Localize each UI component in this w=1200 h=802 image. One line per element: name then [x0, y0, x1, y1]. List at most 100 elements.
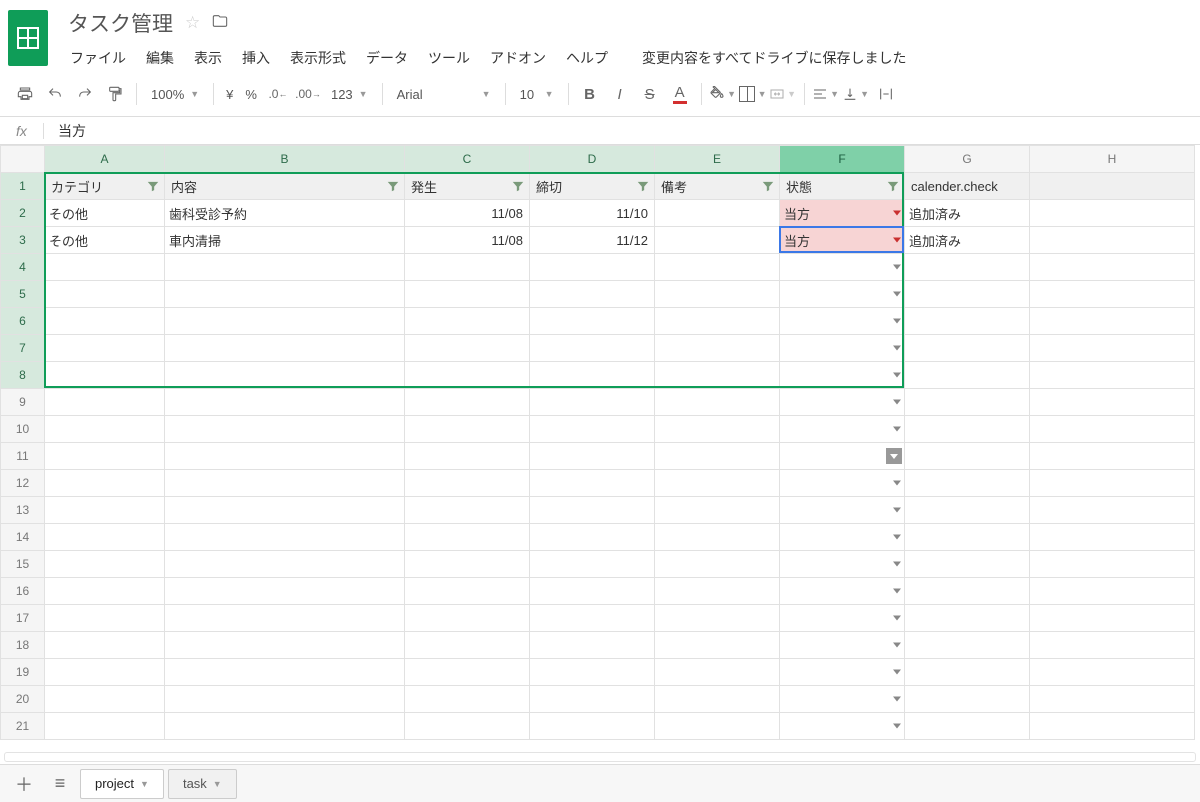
cell-A10[interactable]	[45, 416, 165, 443]
cell-C9[interactable]	[405, 389, 530, 416]
cell-H20[interactable]	[1030, 686, 1195, 713]
cell-D9[interactable]	[530, 389, 655, 416]
cell-B12[interactable]	[165, 470, 405, 497]
cell-H17[interactable]	[1030, 605, 1195, 632]
filter-icon[interactable]	[761, 179, 775, 193]
cell-D5[interactable]	[530, 281, 655, 308]
vertical-align-button[interactable]: ▼	[841, 80, 871, 108]
folder-icon[interactable]	[212, 13, 228, 34]
cell-H8[interactable]	[1030, 362, 1195, 389]
menu-format[interactable]: 表示形式	[280, 44, 356, 72]
dropdown-caret-icon[interactable]	[893, 670, 901, 675]
row-header-18[interactable]: 18	[1, 632, 45, 659]
cell-G9[interactable]	[905, 389, 1030, 416]
cell-E7[interactable]	[655, 335, 780, 362]
cell-E6[interactable]	[655, 308, 780, 335]
cell-H6[interactable]	[1030, 308, 1195, 335]
cell-F9[interactable]	[780, 389, 905, 416]
cell-H10[interactable]	[1030, 416, 1195, 443]
more-formats[interactable]: 123▼	[323, 80, 376, 108]
cell-C13[interactable]	[405, 497, 530, 524]
cell-C6[interactable]	[405, 308, 530, 335]
add-sheet-button[interactable]: ＋	[8, 769, 40, 799]
cell-B20[interactable]	[165, 686, 405, 713]
cell-B19[interactable]	[165, 659, 405, 686]
row-header-9[interactable]: 9	[1, 389, 45, 416]
cell-C15[interactable]	[405, 551, 530, 578]
cell-A11[interactable]	[45, 443, 165, 470]
cell-H18[interactable]	[1030, 632, 1195, 659]
menu-edit[interactable]: 編集	[136, 44, 184, 72]
filter-icon[interactable]	[511, 179, 525, 193]
dropdown-caret-icon[interactable]	[893, 481, 901, 486]
menu-addons[interactable]: アドオン	[480, 44, 556, 72]
cell-E17[interactable]	[655, 605, 780, 632]
cell-E14[interactable]	[655, 524, 780, 551]
cell-D13[interactable]	[530, 497, 655, 524]
cell-B21[interactable]	[165, 713, 405, 740]
dropdown-caret-icon[interactable]	[893, 616, 901, 621]
row-header-16[interactable]: 16	[1, 578, 45, 605]
dropdown-caret-icon[interactable]	[893, 265, 901, 270]
cell-F3[interactable]: 当方	[780, 227, 905, 254]
cell-F13[interactable]	[780, 497, 905, 524]
dropdown-caret-icon[interactable]	[893, 400, 901, 405]
cell-A21[interactable]	[45, 713, 165, 740]
dropdown-caret-icon[interactable]	[893, 319, 901, 324]
cell-H15[interactable]	[1030, 551, 1195, 578]
dropdown-caret-icon[interactable]	[893, 535, 901, 540]
cell-G17[interactable]	[905, 605, 1030, 632]
cell-H12[interactable]	[1030, 470, 1195, 497]
sheet-tab-task[interactable]: task▼	[168, 769, 237, 799]
cell-B8[interactable]	[165, 362, 405, 389]
row-header-15[interactable]: 15	[1, 551, 45, 578]
cell-H21[interactable]	[1030, 713, 1195, 740]
row-header-19[interactable]: 19	[1, 659, 45, 686]
cell-E2[interactable]	[655, 200, 780, 227]
cell-E18[interactable]	[655, 632, 780, 659]
cell-F15[interactable]	[780, 551, 905, 578]
cell-F5[interactable]	[780, 281, 905, 308]
cell-A9[interactable]	[45, 389, 165, 416]
cell-D21[interactable]	[530, 713, 655, 740]
cell-B9[interactable]	[165, 389, 405, 416]
row-header-17[interactable]: 17	[1, 605, 45, 632]
cell-C5[interactable]	[405, 281, 530, 308]
cell-E20[interactable]	[655, 686, 780, 713]
cell-B4[interactable]	[165, 254, 405, 281]
doc-title[interactable]: タスク管理	[68, 8, 173, 38]
row-header-7[interactable]: 7	[1, 335, 45, 362]
column-header-H[interactable]: H	[1030, 146, 1195, 173]
cell-F20[interactable]	[780, 686, 905, 713]
cell-F2[interactable]: 当方	[780, 200, 905, 227]
cell-D19[interactable]	[530, 659, 655, 686]
fill-color-button[interactable]: ▼	[708, 80, 738, 108]
filter-icon[interactable]	[386, 179, 400, 193]
column-header-E[interactable]: E	[655, 146, 780, 173]
row-header-8[interactable]: 8	[1, 362, 45, 389]
cell-B15[interactable]	[165, 551, 405, 578]
text-wrap-button[interactable]	[871, 80, 901, 108]
redo-icon[interactable]	[70, 80, 100, 108]
cell-A17[interactable]	[45, 605, 165, 632]
row-header-20[interactable]: 20	[1, 686, 45, 713]
cell-E9[interactable]	[655, 389, 780, 416]
cell-C10[interactable]	[405, 416, 530, 443]
cell-E8[interactable]	[655, 362, 780, 389]
cell-F10[interactable]	[780, 416, 905, 443]
cell-A8[interactable]	[45, 362, 165, 389]
menu-file[interactable]: ファイル	[60, 44, 136, 72]
cell-A13[interactable]	[45, 497, 165, 524]
header-cell-E[interactable]: 備考	[655, 173, 780, 200]
header-cell-C[interactable]: 発生	[405, 173, 530, 200]
increase-decimal-icon[interactable]: .00→	[293, 80, 323, 108]
cell-B18[interactable]	[165, 632, 405, 659]
print-icon[interactable]	[10, 80, 40, 108]
filter-icon[interactable]	[146, 179, 160, 193]
text-color-button[interactable]: A	[665, 80, 695, 108]
column-header-C[interactable]: C	[405, 146, 530, 173]
bold-button[interactable]: B	[575, 80, 605, 108]
cell-A6[interactable]	[45, 308, 165, 335]
cell-B5[interactable]	[165, 281, 405, 308]
cell-D18[interactable]	[530, 632, 655, 659]
